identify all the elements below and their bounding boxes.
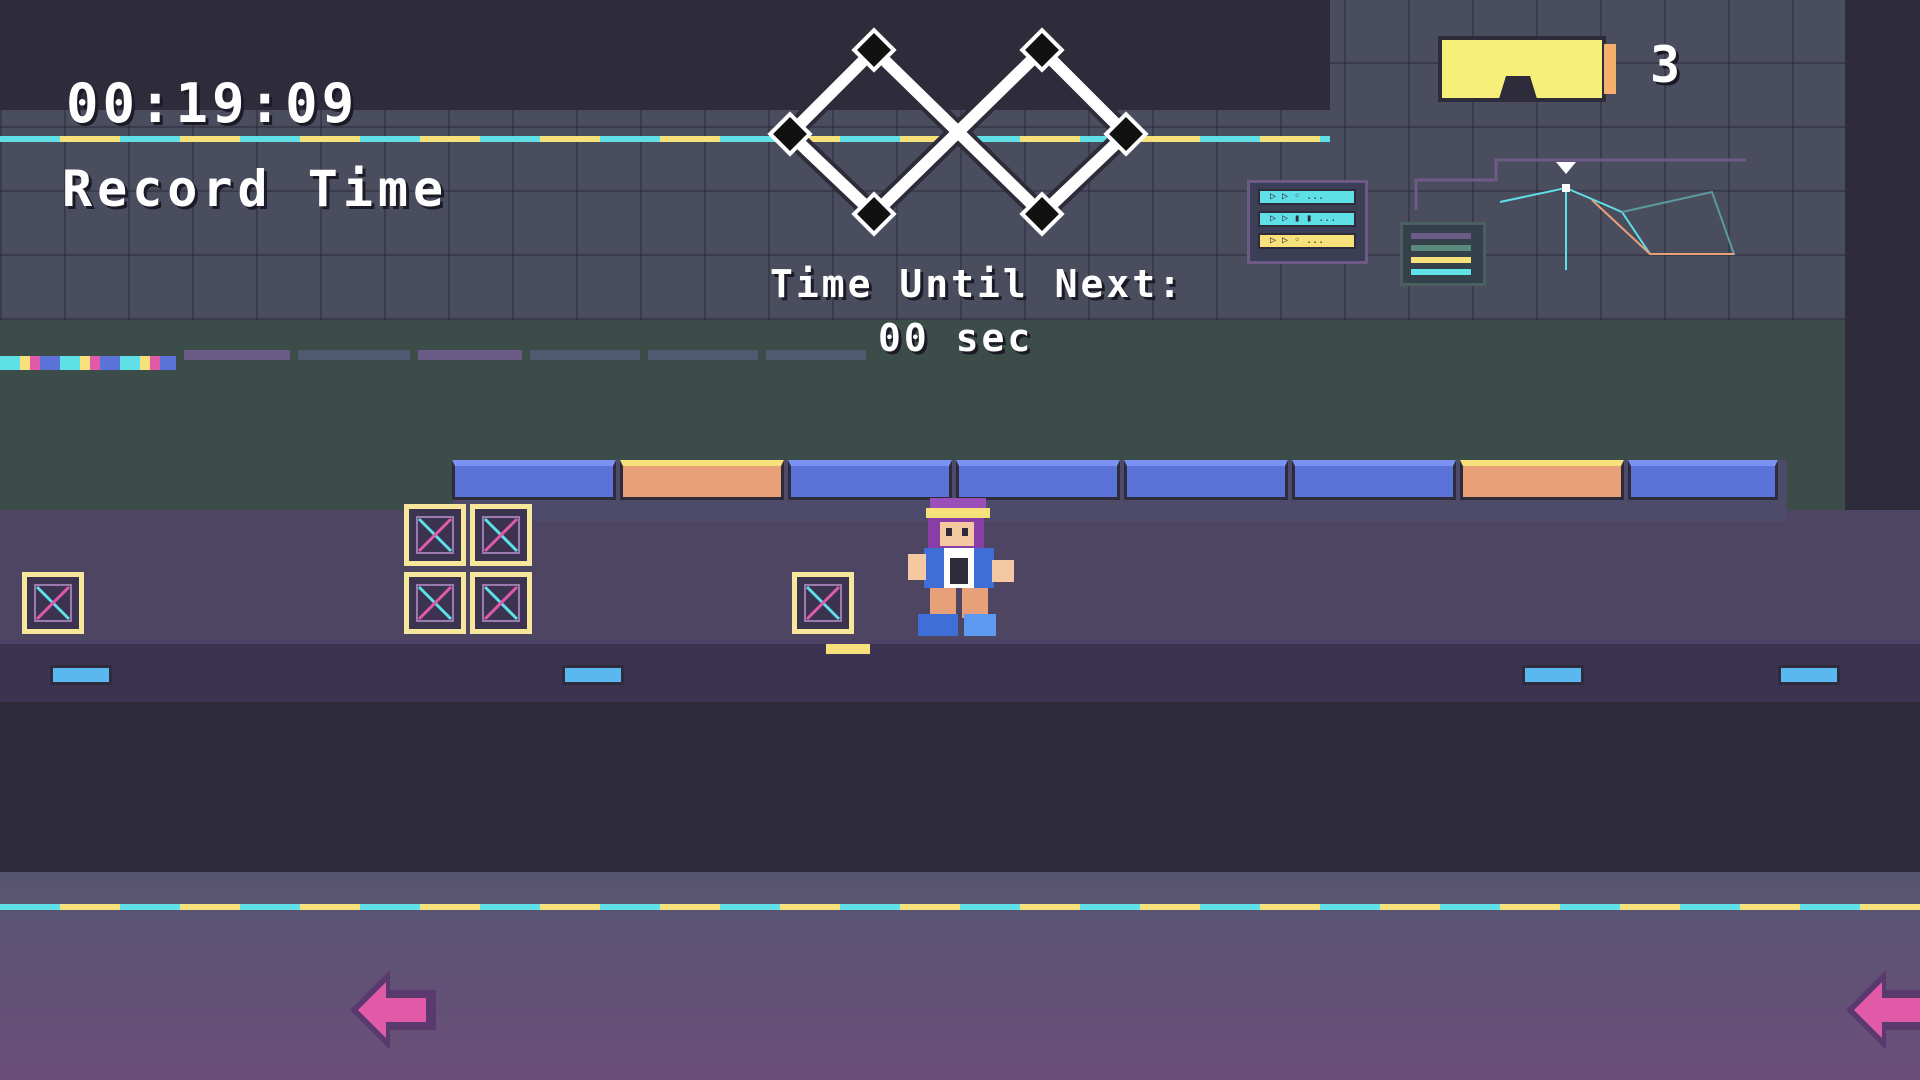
wall-circuit-graph xyxy=(1414,158,1746,270)
floor xyxy=(0,640,1920,706)
platform-panel xyxy=(1628,460,1778,500)
platform-panel xyxy=(620,460,784,500)
infinity-icon xyxy=(767,27,1149,237)
crate[interactable] xyxy=(792,572,854,634)
crate[interactable] xyxy=(404,504,466,566)
conveyor-platform xyxy=(452,460,1787,522)
platform-panel xyxy=(1292,460,1456,500)
floor-light xyxy=(562,665,624,685)
record-time-label: Record Time xyxy=(62,160,449,218)
battery-tip xyxy=(1604,44,1616,94)
wall-monitor: ▷ ▷ ◦ ... ▷ ▷ ▮ ▮ ... ▷ ▷ ◦ ... xyxy=(1247,180,1368,264)
platform-panel xyxy=(1460,460,1624,500)
ledge-strip xyxy=(418,350,522,360)
floor-light xyxy=(1522,665,1584,685)
monitor-line: ▷ ▷ ◦ ... xyxy=(1258,189,1356,205)
ledge-strip xyxy=(766,350,866,360)
crate[interactable] xyxy=(470,572,532,634)
right-pillar xyxy=(1845,0,1920,565)
floor-light xyxy=(1778,665,1840,685)
crate[interactable] xyxy=(22,572,84,634)
floor-light xyxy=(50,665,112,685)
floor-switch[interactable] xyxy=(826,644,870,654)
underfloor xyxy=(0,702,1920,872)
ledge-strip xyxy=(298,350,410,360)
left-arrow-icon xyxy=(1846,970,1920,1050)
time-until-next-value: 00 sec xyxy=(878,316,1034,360)
crate[interactable] xyxy=(404,572,466,634)
bottom-trim xyxy=(0,904,1920,910)
run-timer: 00:19:09 xyxy=(66,72,359,135)
time-until-next-label: Time Until Next: xyxy=(770,262,1185,306)
ledge-strip xyxy=(648,350,758,360)
monitor-line: ▷ ▷ ▮ ▮ ... xyxy=(1258,211,1356,227)
left-arrow-icon xyxy=(350,970,436,1050)
crate[interactable] xyxy=(470,504,532,566)
monitor-line: ▷ ▷ ◦ ... xyxy=(1258,233,1356,249)
ledge-lights xyxy=(0,356,176,370)
ledge-strip xyxy=(184,350,290,360)
ledge-strip xyxy=(530,350,640,360)
platform-panel xyxy=(452,460,616,500)
lives-counter: 3 xyxy=(1650,36,1685,94)
platform-panel xyxy=(1124,460,1288,500)
player-character xyxy=(908,498,1014,636)
